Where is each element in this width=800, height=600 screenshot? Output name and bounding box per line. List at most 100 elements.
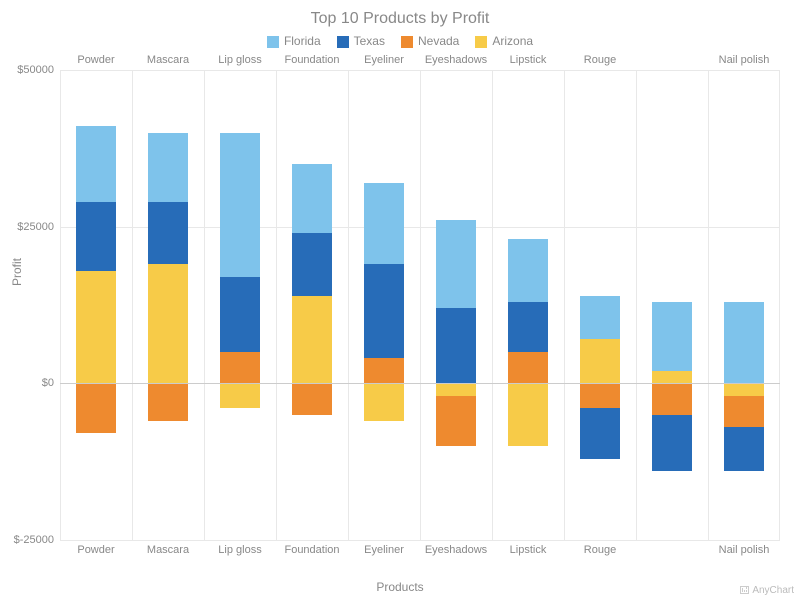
bar-segment	[148, 133, 188, 202]
gridline-v	[779, 70, 780, 540]
bar-segment	[364, 383, 404, 421]
category-label-bottom: Nail polish	[719, 544, 770, 556]
bar[interactable]	[580, 70, 620, 540]
legend-label: Nevada	[418, 34, 459, 48]
bar-segment	[508, 352, 548, 383]
bar-segment	[652, 302, 692, 371]
chart-icon	[740, 586, 749, 594]
legend-label: Texas	[354, 34, 385, 48]
bar-segment	[508, 239, 548, 302]
bar[interactable]	[436, 70, 476, 540]
bar-segment	[724, 427, 764, 471]
bar[interactable]	[220, 70, 260, 540]
bar-segment	[76, 126, 116, 201]
bar[interactable]	[724, 70, 764, 540]
bar-segment	[292, 383, 332, 414]
bar-segment	[436, 383, 476, 396]
bar[interactable]	[652, 70, 692, 540]
gridline-v	[132, 70, 133, 540]
gridline-v	[276, 70, 277, 540]
bar-segment	[220, 133, 260, 277]
category-label-bottom: Foundation	[284, 544, 339, 556]
legend: Florida Texas Nevada Arizona	[0, 28, 800, 54]
category-label-top: Eyeliner	[364, 54, 404, 66]
bar[interactable]	[292, 70, 332, 540]
gridline-v	[708, 70, 709, 540]
bar-segment	[580, 383, 620, 408]
credit: AnyChart	[740, 585, 794, 596]
bar-segment	[292, 296, 332, 384]
plot-area: $-25000$0$25000$50000PowderPowderMascara…	[60, 70, 780, 540]
gridline-v	[204, 70, 205, 540]
bar-segment	[724, 302, 764, 383]
category-label-bottom: Powder	[77, 544, 114, 556]
gridline-v	[492, 70, 493, 540]
y-tick: $-25000	[14, 534, 54, 546]
bar-segment	[508, 383, 548, 446]
y-axis-label: Profit	[10, 258, 24, 286]
bar-segment	[580, 339, 620, 383]
bar-segment	[148, 383, 188, 421]
category-label-bottom: Rouge	[584, 544, 616, 556]
legend-label: Arizona	[492, 34, 533, 48]
x-axis-label: Products	[0, 580, 800, 594]
gridline-v	[348, 70, 349, 540]
category-label-top: Lipstick	[510, 54, 547, 66]
category-label-top: Nail polish	[719, 54, 770, 66]
bar-segment	[364, 264, 404, 358]
bar-segment	[220, 383, 260, 408]
bar[interactable]	[148, 70, 188, 540]
bar-segment	[292, 164, 332, 233]
bar-segment	[364, 183, 404, 264]
category-label-bottom: Eyeliner	[364, 544, 404, 556]
category-label-bottom: Mascara	[147, 544, 189, 556]
legend-item[interactable]: Texas	[337, 34, 385, 48]
legend-swatch	[475, 36, 487, 48]
legend-swatch	[267, 36, 279, 48]
legend-item[interactable]: Florida	[267, 34, 321, 48]
bar-segment	[508, 302, 548, 352]
legend-item[interactable]: Arizona	[475, 34, 533, 48]
legend-label: Florida	[284, 34, 321, 48]
chart-title: Top 10 Products by Profit	[0, 0, 800, 28]
bar-segment	[148, 264, 188, 383]
category-label-top: Eyeshadows	[425, 54, 487, 66]
bar-segment	[580, 408, 620, 458]
legend-swatch	[401, 36, 413, 48]
gridline-h	[60, 540, 780, 541]
bar-segment	[220, 277, 260, 352]
bar-segment	[292, 233, 332, 296]
chart-container: Top 10 Products by Profit Florida Texas Ne…	[0, 0, 800, 600]
bar-segment	[652, 371, 692, 384]
bar-segment	[220, 352, 260, 383]
y-tick: $25000	[17, 221, 54, 233]
legend-swatch	[337, 36, 349, 48]
bar-segment	[364, 358, 404, 383]
bar-segment	[76, 383, 116, 433]
bar-segment	[724, 383, 764, 396]
bar-segment	[580, 296, 620, 340]
bar[interactable]	[364, 70, 404, 540]
gridline-v	[60, 70, 61, 540]
bar[interactable]	[76, 70, 116, 540]
gridline-v	[420, 70, 421, 540]
category-label-top: Lip gloss	[218, 54, 261, 66]
bar-segment	[724, 396, 764, 427]
category-label-top: Rouge	[584, 54, 616, 66]
bar[interactable]	[508, 70, 548, 540]
bar-segment	[652, 415, 692, 471]
category-label-bottom: Lipstick	[510, 544, 547, 556]
category-label-top: Powder	[77, 54, 114, 66]
bar-segment	[76, 202, 116, 271]
gridline-v	[564, 70, 565, 540]
y-tick: $0	[42, 377, 54, 389]
bar-segment	[148, 202, 188, 265]
y-tick: $50000	[17, 64, 54, 76]
legend-item[interactable]: Nevada	[401, 34, 459, 48]
bar-segment	[436, 308, 476, 383]
bar-segment	[436, 220, 476, 308]
zero-line	[60, 383, 780, 384]
category-label-bottom: Eyeshadows	[425, 544, 487, 556]
bar-segment	[436, 396, 476, 446]
bar-segment	[652, 383, 692, 414]
